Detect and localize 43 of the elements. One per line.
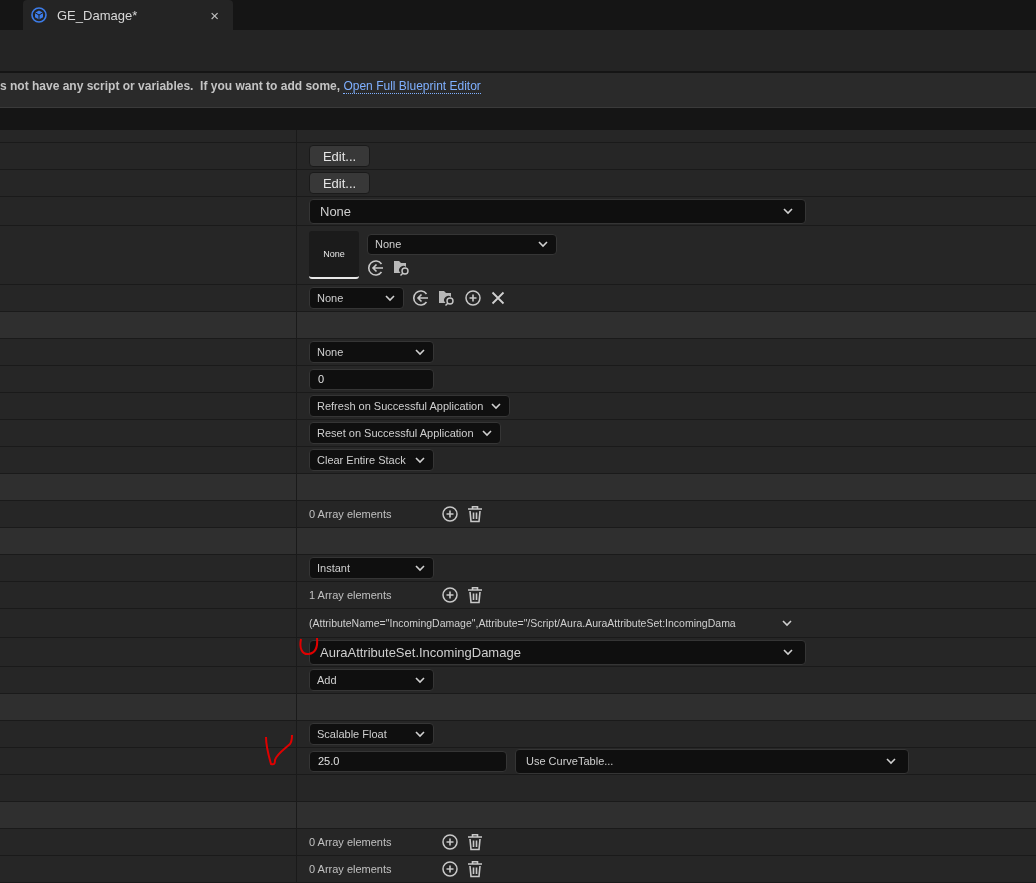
open-editor-link[interactable]: Open Full Blueprint Editor [343,79,481,94]
trash-icon[interactable] [467,505,483,523]
class-dropdown[interactable]: None [309,287,404,309]
folder-search-icon[interactable] [438,289,456,307]
trash-icon[interactable] [467,586,483,604]
close-icon[interactable] [490,290,506,306]
dropdown[interactable]: Scalable Float [309,723,434,745]
asset-thumbnail[interactable]: None [309,231,359,279]
plus-circle-icon[interactable] [441,505,459,523]
plus-circle-icon[interactable] [441,860,459,878]
asset-dropdown[interactable]: None [367,233,557,255]
trash-icon[interactable] [467,860,483,878]
trash-icon[interactable] [467,833,483,851]
folder-search-icon[interactable] [393,258,411,277]
dropdown[interactable]: Clear Entire Stack [309,449,434,471]
dropdown[interactable]: None [309,198,806,224]
array-count: 0 Array elements [309,863,393,875]
dropdown[interactable]: Add [309,669,434,691]
annotation-mark [263,733,295,767]
arrow-left-circle-icon[interactable] [412,289,430,307]
tab-close-button[interactable]: × [210,6,219,24]
dropdown[interactable]: Reset on Successful Application [309,422,501,444]
dropdown[interactable]: Instant [309,557,434,579]
attribute-value: (AttributeName="IncomingDamage",Attribute="/Script/Aura.AuraAttributeSet:IncomingDama [309,617,736,629]
tab-title: GE_Damage* [57,7,139,23]
document-tab[interactable]: GE_Damage* × [23,0,233,30]
number-field[interactable]: 0 [309,368,434,390]
array-count: 0 Array elements [309,836,393,848]
curve-table-dropdown[interactable]: Use CurveTable... [515,748,909,774]
edit-button[interactable]: Edit... [309,145,370,167]
info-message: s not have any script or variables. If you want to add some, Open Full Blueprint Editor [0,79,482,93]
float-field[interactable]: 25.0 [309,750,507,772]
plus-circle-icon[interactable] [464,289,482,307]
array-count: 0 Array elements [309,508,393,520]
dropdown[interactable]: None [309,341,434,363]
plus-circle-icon[interactable] [441,833,459,851]
dropdown[interactable]: AuraAttributeSet.IncomingDamage [309,639,806,665]
plus-circle-icon[interactable] [441,586,459,604]
arrow-left-circle-icon[interactable] [367,258,385,277]
array-count: 1 Array elements [309,589,393,601]
edit-button[interactable]: Edit... [309,172,370,194]
dropdown[interactable]: Refresh on Successful Application [309,395,511,417]
cube-icon [31,7,47,23]
